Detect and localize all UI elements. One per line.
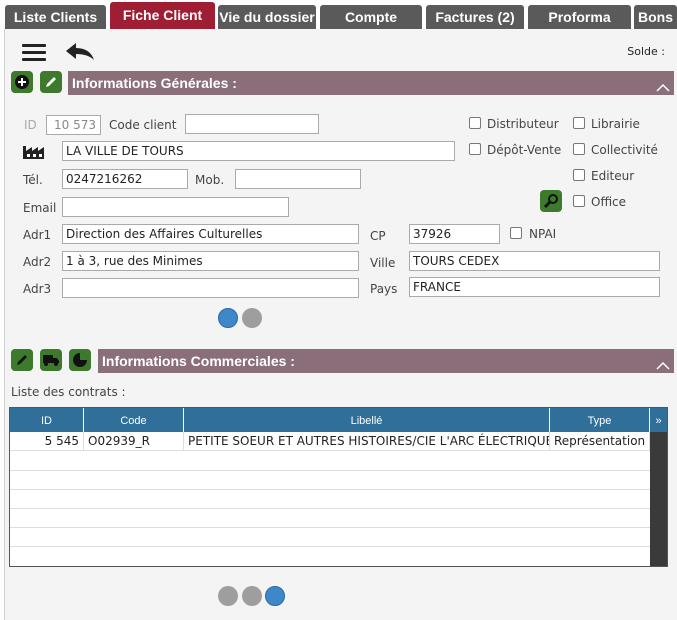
tab-vie-du-dossier[interactable]: Vie du dossier	[218, 5, 316, 29]
edit-general-button[interactable]	[40, 71, 62, 93]
add-button[interactable]	[11, 71, 33, 93]
client-name-field[interactable]: LA VILLE DE TOURS	[62, 141, 455, 161]
col-type[interactable]: Type	[550, 408, 650, 432]
cell-code: O02939_R	[84, 432, 184, 451]
pays-label: Pays	[370, 282, 398, 296]
ville-label: Ville	[370, 256, 396, 270]
table-row-empty	[10, 509, 650, 528]
tel-field[interactable]: 0247216262	[62, 169, 188, 189]
collectivite-checkbox[interactable]	[573, 143, 585, 155]
table-row-empty	[10, 471, 650, 490]
librairie-checkbox[interactable]	[573, 117, 585, 129]
id-field: 10 573	[46, 115, 101, 135]
cell-libelle: PETITE SOEUR ET AUTRES HISTOIRES/CIE L'A…	[184, 432, 550, 451]
table-row-empty	[10, 547, 650, 566]
page-dot-2[interactable]	[242, 308, 262, 328]
col-code[interactable]: Code	[84, 408, 184, 432]
tel-label: Tél.	[23, 173, 43, 187]
table-row[interactable]: 5 545 O02939_R PETITE SOEUR ET AUTRES HI…	[10, 432, 650, 451]
page-dot-2[interactable]	[242, 586, 262, 606]
office-label: Office	[591, 195, 627, 209]
search-button[interactable]	[540, 190, 562, 212]
ville-field[interactable]: TOURS CEDEX	[409, 251, 660, 271]
table-row-empty	[10, 452, 650, 471]
table-row-empty	[10, 528, 650, 547]
section-title: Informations Générales :	[72, 75, 237, 91]
back-arrow-icon[interactable]	[64, 42, 96, 65]
adr3-label: Adr3	[23, 282, 52, 296]
table-header: ID Code Libellé Type »	[10, 408, 667, 432]
menu-icon[interactable]	[22, 44, 46, 62]
expand-columns-icon[interactable]: »	[650, 408, 667, 432]
id-label: ID	[24, 118, 37, 132]
editeur-checkbox[interactable]	[573, 169, 585, 181]
pays-field[interactable]: FRANCE	[409, 277, 660, 297]
tab-proforma[interactable]: Proforma	[528, 5, 631, 29]
email-label: Email	[23, 201, 57, 215]
code-client-label: Code client	[109, 118, 177, 132]
tab-compte[interactable]: Compte	[320, 5, 422, 29]
cell-type: Représentation	[550, 432, 650, 451]
factory-icon	[22, 142, 46, 163]
cell-id: 5 545	[10, 432, 84, 451]
mob-field[interactable]	[235, 169, 361, 189]
contracts-label: Liste des contrats :	[11, 385, 126, 399]
office-checkbox[interactable]	[573, 195, 585, 207]
vertical-scrollbar[interactable]	[650, 432, 667, 566]
code-client-field[interactable]	[185, 114, 319, 134]
contracts-table: ID Code Libellé Type » 5 545 O02939_R PE…	[9, 407, 668, 567]
distributeur-label: Distributeur	[487, 117, 559, 131]
page-dot-1[interactable]	[218, 308, 238, 328]
section-title: Informations Commerciales :	[102, 353, 295, 369]
collapse-icon[interactable]	[656, 354, 670, 378]
section-informations-generales: Informations Générales :	[68, 71, 674, 95]
col-id[interactable]: ID	[10, 408, 84, 432]
tab-bons[interactable]: Bons d	[634, 5, 677, 29]
adr3-field[interactable]	[62, 278, 359, 298]
adr1-field[interactable]: Direction des Affaires Culturelles	[62, 224, 359, 244]
collectivite-label: Collectivité	[591, 143, 658, 157]
tab-liste-clients[interactable]: Liste Clients	[5, 5, 106, 29]
email-field[interactable]	[62, 197, 289, 217]
cp-field[interactable]: 37926	[409, 224, 500, 244]
solde-label: Solde :	[627, 45, 665, 58]
cp-label: CP	[370, 229, 386, 243]
pie-chart-button[interactable]	[69, 349, 91, 371]
edit-commercial-button[interactable]	[11, 349, 33, 371]
collapse-icon[interactable]	[656, 76, 670, 100]
table-row-empty	[10, 490, 650, 509]
page-dot-3[interactable]	[265, 586, 285, 606]
npai-checkbox[interactable]	[510, 227, 522, 239]
adr2-field[interactable]: 1 à 3, rue des Minimes	[62, 251, 359, 271]
tab-bar: Liste Clients Fiche Client Vie du dossie…	[0, 0, 677, 30]
distributeur-checkbox[interactable]	[469, 117, 481, 129]
section-informations-commerciales: Informations Commerciales :	[98, 349, 674, 373]
npai-label: NPAI	[529, 227, 557, 241]
depot-vente-checkbox[interactable]	[469, 143, 481, 155]
librairie-label: Librairie	[591, 117, 640, 131]
tab-fiche-client[interactable]: Fiche Client	[110, 2, 215, 30]
adr2-label: Adr2	[23, 255, 52, 269]
adr1-label: Adr1	[23, 228, 52, 242]
col-libelle[interactable]: Libellé	[184, 408, 550, 432]
depot-vente-label: Dépôt-Vente	[487, 143, 562, 157]
page-dot-1[interactable]	[218, 586, 238, 606]
tab-factures[interactable]: Factures (2)	[426, 5, 524, 29]
mob-label: Mob.	[195, 173, 225, 187]
truck-button[interactable]	[40, 349, 62, 371]
editeur-label: Editeur	[591, 169, 635, 183]
